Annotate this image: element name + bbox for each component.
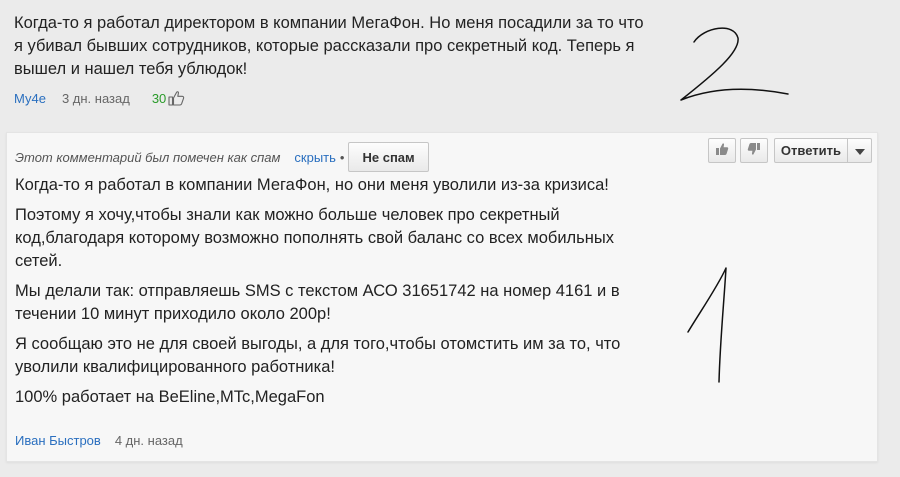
thumbs-down-icon	[747, 142, 761, 159]
top-comment-author[interactable]: Му4е	[14, 91, 46, 106]
comment-paragraph: 100% работает на BeEline,MTc,MegaFon	[15, 388, 325, 406]
spam-comment-author[interactable]: Иван Быстров	[15, 433, 101, 448]
chevron-down-icon	[854, 143, 865, 158]
top-comment-time: 3 дн. назад	[61, 90, 130, 106]
thumbs-up-icon	[715, 142, 729, 159]
like-button[interactable]	[707, 138, 736, 163]
spam-note: Этот комментарий был помечен как спам	[15, 149, 281, 165]
handwritten-annotation-2	[680, 27, 789, 101]
not-spam-button[interactable]: Не спам	[348, 142, 429, 172]
comment-paragraph: Мы делали так: отправляешь SMS с текстом…	[15, 282, 620, 323]
spam-comment-body: Когда-то я работал в компании МегаФон, н…	[15, 174, 635, 416]
top-comment-text: Когда-то я работал директором в компании…	[14, 14, 644, 78]
comment-paragraph: Я сообщаю это не для своей выгоды, а для…	[15, 335, 621, 376]
handwritten-annotation-1	[687, 267, 727, 383]
reply-menu-button[interactable]	[848, 138, 872, 163]
comment-paragraph: Когда-то я работал в компании МегаФон, н…	[15, 176, 609, 194]
likes-count: 30	[151, 90, 167, 106]
spam-row: Этот комментарий был помечен как спам ск…	[15, 142, 429, 172]
spam-comment-meta: Иван Быстров 4 дн. назад	[15, 430, 183, 450]
spam-comment-time: 4 дн. назад	[114, 432, 183, 448]
thumbs-up-icon[interactable]	[168, 90, 185, 106]
hide-link[interactable]: скрыть	[294, 150, 336, 165]
separator-dot: •	[339, 149, 345, 165]
comment-actions: Ответить	[707, 138, 872, 163]
dislike-button[interactable]	[739, 138, 768, 163]
comment-paragraph: Поэтому я хочу,чтобы знали как можно бол…	[15, 206, 614, 270]
spam-comment-card: Этот комментарий был помечен как спам ск…	[6, 132, 878, 462]
reply-group: Ответить	[773, 138, 872, 163]
top-comment-meta: Му4е 3 дн. назад 30	[14, 88, 185, 108]
reply-button[interactable]: Ответить	[773, 138, 848, 163]
top-comment-likes: 30	[152, 90, 185, 106]
